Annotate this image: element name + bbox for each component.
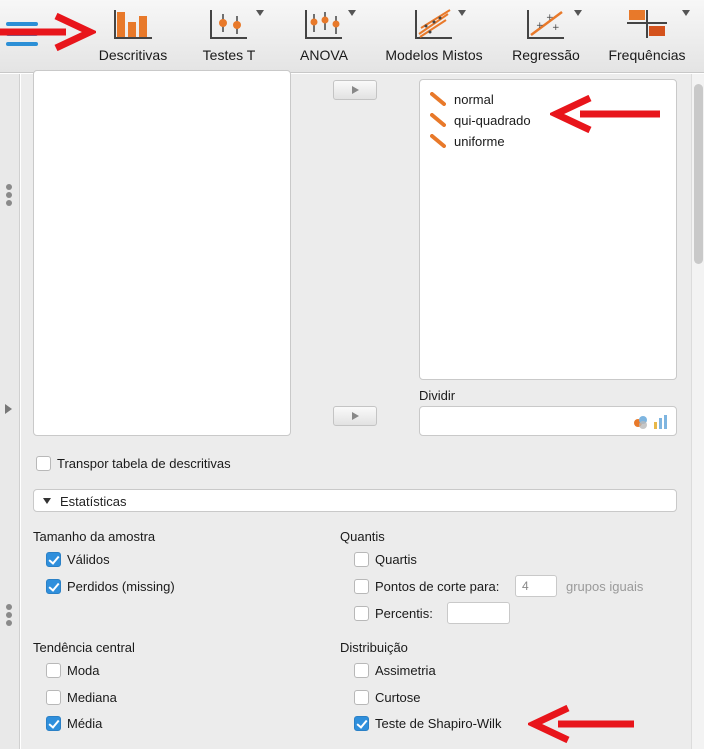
scale-variable-icon (430, 113, 446, 127)
toolbar-frequencies-label: Frequências (608, 47, 686, 63)
svg-text:+: + (552, 23, 560, 33)
toolbar-regression-button[interactable]: + + + Regressão (504, 0, 588, 73)
descriptives-options-panel: normal qui-quadrado uniforme Dividir Tra… (21, 70, 691, 749)
toolbar-descriptives-button[interactable]: Descritivas (90, 0, 176, 73)
svg-text:+: + (536, 21, 544, 31)
quartiles-checkbox[interactable] (354, 552, 369, 567)
central-tendency-heading: Tendência central (33, 640, 135, 655)
transpose-checkbox[interactable] (36, 456, 51, 471)
median-label: Mediana (67, 690, 117, 705)
mean-label: Média (67, 716, 103, 731)
toolbar-anova-label: ANOVA (300, 47, 348, 63)
toolbar-t-tests-button[interactable]: Testes T (190, 0, 268, 73)
quantiles-heading: Quantis (340, 529, 385, 544)
annotation-arrow-icon (550, 94, 660, 134)
toolbar-frequencies-button[interactable]: Frequências (600, 0, 694, 73)
mean-checkbox[interactable] (46, 716, 61, 731)
t-test-icon (210, 10, 247, 39)
valid-checkbox[interactable] (46, 552, 61, 567)
collapse-triangle-icon (43, 498, 51, 504)
variable-label: uniforme (454, 133, 505, 149)
cut-points-input[interactable]: 4 (515, 575, 557, 597)
list-item[interactable]: normal (430, 89, 494, 109)
statistics-section-toggle[interactable]: Estatísticas (33, 489, 677, 512)
scale-variable-icon (430, 92, 446, 106)
missing-label: Perdidos (missing) (67, 579, 175, 594)
distribution-heading: Distribuição (340, 640, 408, 655)
mixed-models-icon (415, 9, 452, 39)
missing-checkbox[interactable] (46, 579, 61, 594)
list-item[interactable]: qui-quadrado (430, 110, 531, 130)
split-variables-box[interactable] (419, 406, 677, 436)
percentiles-input[interactable] (447, 602, 510, 624)
toolbar-mixed-models-button[interactable]: Modelos Mistos (378, 0, 490, 73)
cut-points-checkbox[interactable] (354, 579, 369, 594)
available-variables-list[interactable] (33, 70, 291, 436)
sample-size-heading: Tamanho da amostra (33, 529, 156, 544)
mode-checkbox[interactable] (46, 663, 61, 678)
descriptives-bar-icon (114, 10, 152, 39)
side-rail (0, 74, 20, 749)
kurtosis-label: Curtose (375, 690, 421, 705)
svg-text:+: + (546, 13, 554, 23)
regression-icon: + + + (527, 10, 564, 39)
toolbar-mixed-models-label: Modelos Mistos (385, 47, 483, 63)
toolbar-regression-label: Regressão (512, 47, 580, 63)
median-checkbox[interactable] (46, 690, 61, 705)
toolbar-descriptives-label: Descritivas (98, 47, 168, 63)
expand-arrow-icon[interactable] (5, 404, 12, 414)
annotation-arrow-icon (0, 12, 96, 52)
toolbar-t-tests-label: Testes T (202, 47, 256, 63)
skewness-checkbox[interactable] (354, 663, 369, 678)
annotation-arrow-icon (528, 704, 634, 744)
skewness-label: Assimetria (375, 663, 436, 678)
percentiles-label: Percentis: (375, 606, 433, 621)
anova-icon (305, 10, 342, 39)
move-to-split-button[interactable] (333, 406, 377, 426)
shapiro-wilk-label: Teste de Shapiro-Wilk (375, 716, 502, 731)
panel-scrollbar[interactable] (691, 74, 704, 749)
variable-label: qui-quadrado (454, 112, 531, 128)
quartiles-label: Quartis (375, 552, 417, 567)
shapiro-wilk-checkbox[interactable] (354, 716, 369, 731)
kurtosis-checkbox[interactable] (354, 690, 369, 705)
equal-groups-label: grupos iguais (566, 579, 644, 594)
transpose-label: Transpor tabela de descritivas (57, 456, 231, 471)
frequencies-icon (627, 10, 667, 38)
split-label: Dividir (419, 388, 456, 403)
cut-points-label: Pontos de corte para: (375, 579, 500, 594)
variable-label: normal (454, 91, 494, 107)
list-item[interactable]: uniforme (430, 131, 505, 151)
variable-types-icon (634, 415, 667, 429)
toolbar-anova-button[interactable]: ANOVA (288, 0, 360, 73)
analysis-toolbar: Descritivas Testes T ANOVA Modelos Misto… (0, 0, 704, 73)
valid-label: Válidos (67, 552, 110, 567)
drag-handle-icon[interactable] (6, 604, 12, 628)
statistics-section-label: Estatísticas (60, 494, 127, 509)
drag-handle-icon[interactable] (6, 184, 12, 208)
scrollbar-thumb[interactable] (694, 84, 703, 264)
scale-variable-icon (430, 134, 446, 148)
move-to-variables-button[interactable] (333, 80, 377, 100)
percentiles-checkbox[interactable] (354, 606, 369, 621)
mode-label: Moda (67, 663, 100, 678)
